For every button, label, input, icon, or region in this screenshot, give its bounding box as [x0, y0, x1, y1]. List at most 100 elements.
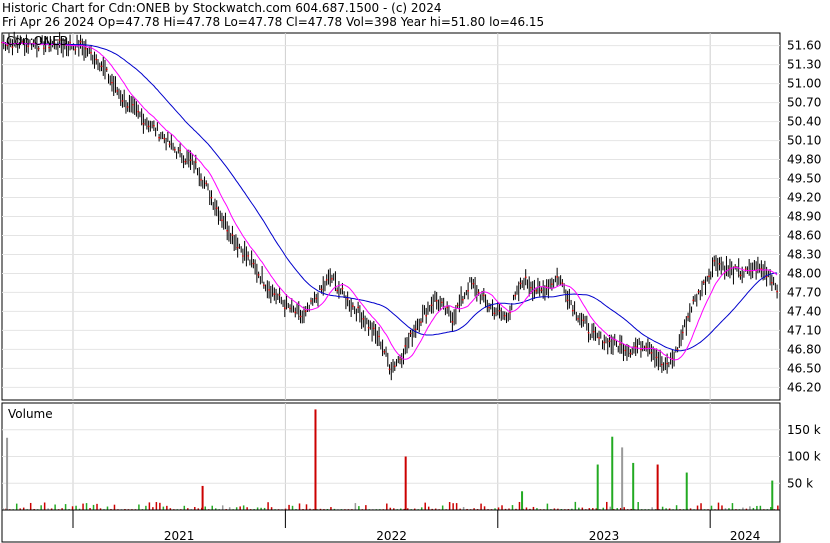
close-marker — [152, 124, 155, 127]
volume-bar — [756, 505, 758, 510]
close-marker — [603, 341, 606, 344]
volume-bar — [749, 506, 751, 510]
close-marker — [414, 328, 417, 331]
volume-bar — [637, 502, 639, 510]
close-marker — [320, 288, 323, 291]
volume-spike-bar — [404, 456, 407, 510]
volume-tick-label: 50 k — [787, 476, 813, 490]
close-marker — [194, 161, 197, 164]
volume-bar — [183, 505, 186, 510]
close-marker — [608, 340, 611, 342]
volume-gridlines — [2, 403, 780, 510]
close-marker — [137, 110, 140, 113]
close-marker — [556, 276, 559, 278]
close-marker — [425, 314, 428, 317]
close-marker — [461, 298, 464, 301]
close-marker — [681, 331, 684, 334]
close-marker — [79, 40, 82, 43]
volume-bar — [162, 506, 165, 510]
price-tick-label: 46.20 — [787, 380, 821, 394]
volume-bar — [777, 505, 779, 510]
price-gridlines — [2, 33, 780, 400]
close-marker — [540, 289, 543, 292]
volume-bar — [696, 505, 699, 510]
volume-spike-bar — [632, 462, 635, 510]
close-marker — [571, 309, 574, 312]
close-marker — [619, 343, 621, 346]
close-marker — [268, 289, 270, 291]
close-marker — [488, 306, 490, 309]
close-marker — [179, 149, 181, 152]
close-marker — [372, 327, 375, 330]
close-marker — [441, 301, 443, 304]
close-marker — [69, 41, 71, 44]
close-marker — [351, 305, 354, 307]
price-tick-label: 51.60 — [787, 39, 821, 53]
price-tick-label: 50.70 — [787, 96, 821, 110]
close-marker — [226, 229, 229, 232]
close-marker — [257, 273, 260, 276]
close-marker — [315, 297, 318, 300]
volume-bar — [424, 502, 426, 510]
close-marker — [645, 346, 648, 348]
close-marker — [367, 326, 370, 329]
close-marker — [252, 262, 255, 265]
volume-bar — [354, 503, 357, 510]
close-marker — [524, 276, 527, 279]
close-marker — [184, 160, 187, 163]
volume-spike-bar — [656, 464, 659, 510]
year-label: 2022 — [376, 529, 407, 543]
volume-bar — [113, 504, 116, 510]
volume-bar — [365, 505, 367, 510]
close-marker — [247, 255, 250, 257]
close-marker — [126, 106, 129, 108]
close-marker — [587, 331, 590, 334]
close-marker — [304, 310, 307, 313]
volume-bar — [159, 502, 161, 510]
volume-bar — [15, 503, 18, 510]
close-marker — [262, 284, 265, 287]
close-marker — [666, 362, 669, 365]
volume-spike-bar — [611, 436, 614, 510]
close-marker — [519, 282, 522, 285]
close-marker — [739, 274, 742, 277]
volume-bar — [731, 503, 734, 510]
price-tick-label: 50.10 — [787, 134, 821, 148]
close-marker — [383, 350, 386, 353]
close-marker — [472, 282, 475, 285]
close-marker — [215, 207, 218, 210]
close-marker — [325, 279, 328, 281]
price-tick-label: 51.00 — [787, 77, 821, 91]
price-tick-label: 49.50 — [787, 172, 821, 186]
volume-bar — [211, 505, 213, 510]
close-marker — [451, 321, 454, 323]
volume-bar — [145, 505, 147, 510]
volume-bar — [305, 504, 308, 510]
volume-tick-label: 100 k — [787, 450, 821, 464]
volume-bar — [40, 505, 42, 510]
volume-bar — [717, 502, 720, 510]
volume-bar — [148, 502, 151, 510]
price-tick-label: 49.80 — [787, 153, 821, 167]
close-marker — [708, 275, 710, 278]
volume-bar — [291, 505, 294, 510]
close-marker — [278, 293, 281, 296]
close-marker — [493, 312, 496, 315]
volume-bar — [386, 503, 388, 510]
close-marker — [231, 234, 234, 236]
close-marker — [189, 159, 192, 162]
close-marker — [163, 137, 166, 140]
close-marker — [283, 307, 286, 310]
volume-bar — [155, 502, 158, 510]
volume-bar — [675, 505, 678, 510]
price-tick-label: 48.30 — [787, 247, 821, 261]
volume-bar — [483, 506, 486, 510]
close-marker — [776, 290, 778, 293]
close-marker — [718, 262, 721, 265]
close-marker — [456, 304, 459, 307]
year-label: 2024 — [730, 529, 761, 543]
year-label: 2021 — [164, 529, 195, 543]
close-marker — [132, 103, 134, 106]
close-marker — [577, 317, 579, 320]
close-marker — [535, 289, 538, 292]
